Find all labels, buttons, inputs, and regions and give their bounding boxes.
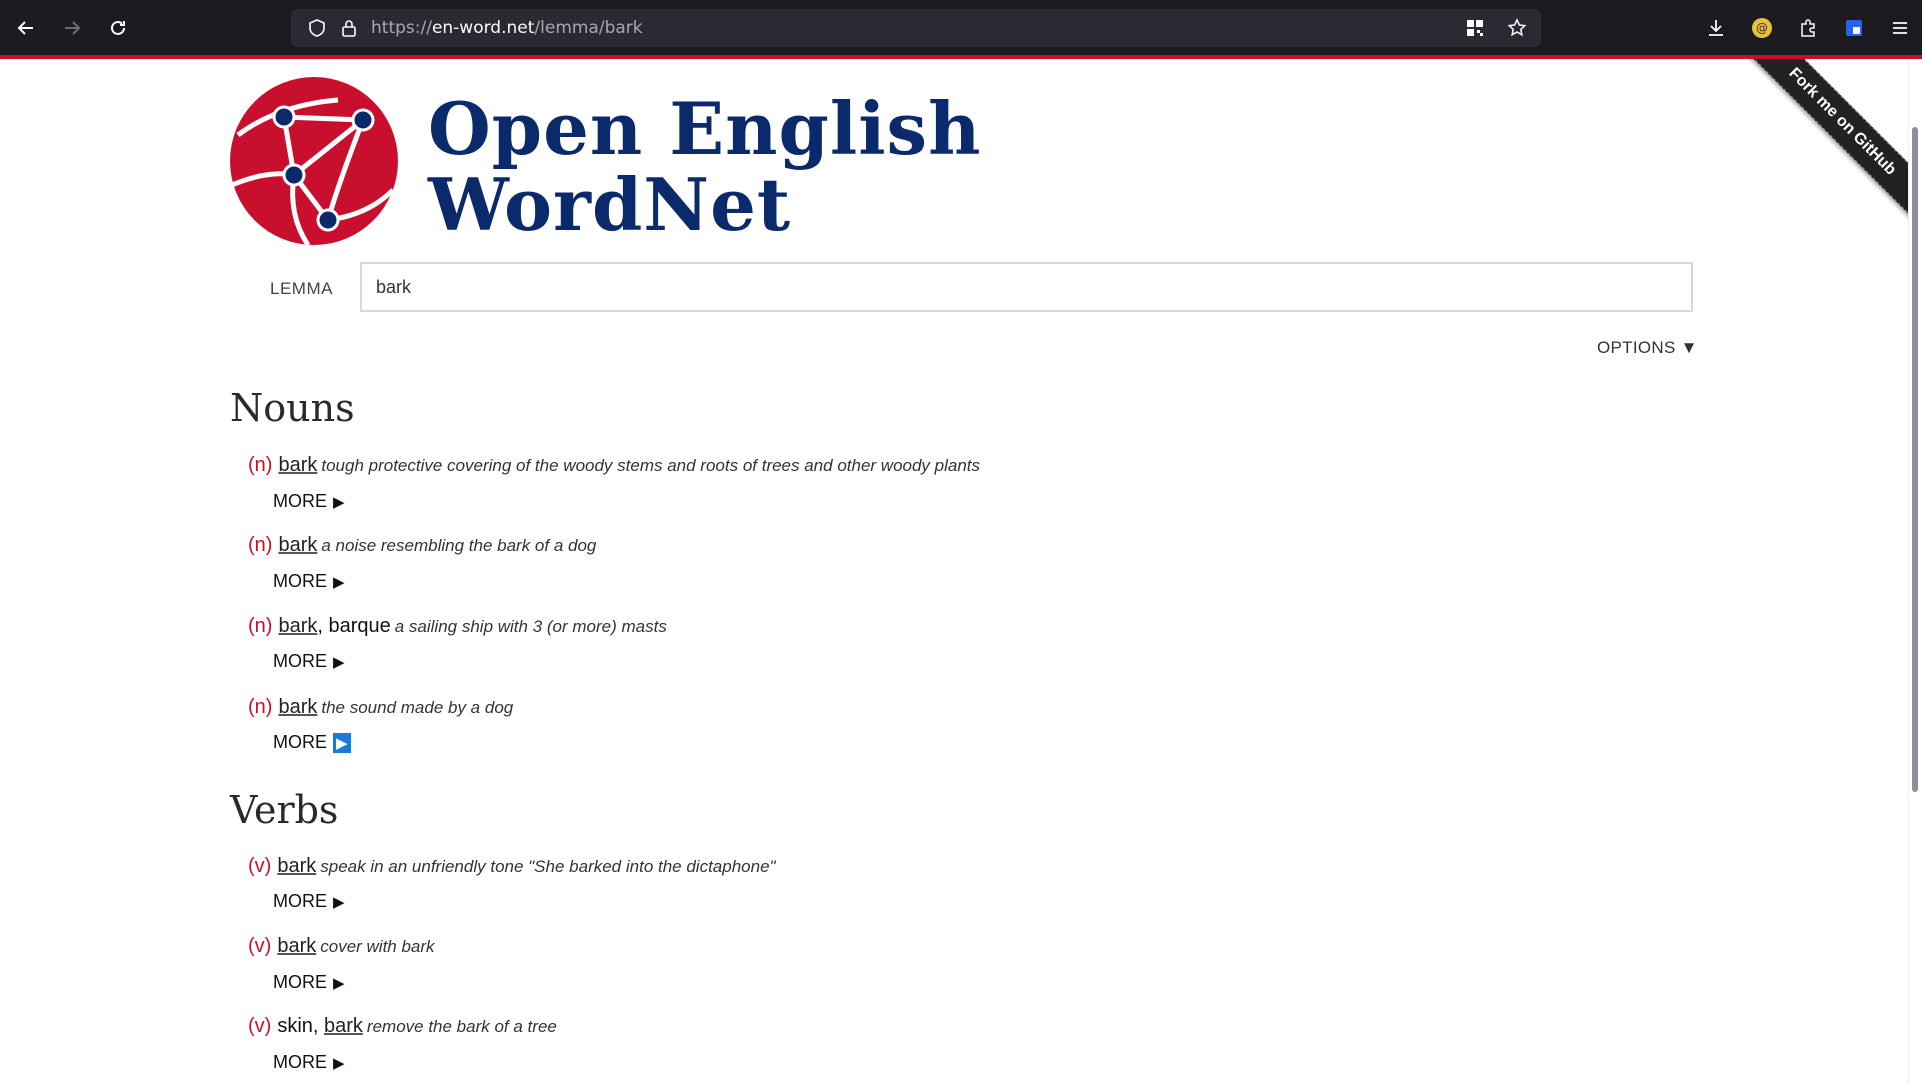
browser-toolbar: https://en-word.net/lemma/bark @ <box>0 0 1922 55</box>
lemma-label: LEMMA <box>270 279 333 298</box>
lemma-link[interactable]: bark <box>277 935 316 957</box>
definition: a sailing ship with 3 (or more) masts <box>394 617 667 636</box>
site-title: Open English WordNet <box>428 91 981 243</box>
lemma-link[interactable]: bark <box>324 1015 363 1037</box>
lemma-link[interactable]: bark <box>278 534 317 556</box>
definition: the sound made by a dog <box>321 698 514 717</box>
list-item: (v) bark speak in an unfriendly tone "She … <box>248 855 776 878</box>
definition: remove the bark of a tree <box>366 1017 557 1036</box>
list-item: (n) bark, barque a sailing ship with 3 (or… <box>248 615 667 638</box>
synonym-text: , barque <box>317 615 391 637</box>
list-item: (n) bark a noise resembling the bark of a … <box>248 534 596 557</box>
reload-button[interactable] <box>98 8 138 48</box>
forward-button[interactable] <box>52 8 92 48</box>
url-text: https://en-word.net/lemma/bark <box>371 18 643 38</box>
list-item: (v) bark cover with bark <box>248 935 435 958</box>
address-bar[interactable]: https://en-word.net/lemma/bark <box>291 9 1541 47</box>
nouns-heading: Nouns <box>230 386 355 430</box>
definition: tough protective covering of the woody s… <box>321 456 981 475</box>
list-item: (n) bark the sound made by a dog <box>248 696 513 719</box>
definition: a noise resembling the bark of a dog <box>321 536 597 555</box>
site-header[interactable]: Open English WordNet <box>228 75 981 247</box>
more-toggle[interactable]: MORE ▶ <box>273 1052 345 1073</box>
bookmark-star-icon[interactable] <box>1505 16 1529 40</box>
synonym-text: skin, <box>277 1015 325 1037</box>
triangle-right-icon: ▶ <box>333 653 345 671</box>
triangle-right-icon: ▶ <box>333 1054 345 1072</box>
reload-icon <box>111 20 125 35</box>
pos-tag: (v) <box>248 855 272 877</box>
definition: speak in an unfriendly tone "She barked … <box>320 857 776 876</box>
triangle-right-icon: ▶ <box>333 974 345 992</box>
pos-tag: (n) <box>248 615 273 637</box>
more-toggle[interactable]: MORE ▶ <box>273 891 345 912</box>
lemma-search-input[interactable] <box>360 262 1693 312</box>
pos-tag: (v) <box>248 935 272 957</box>
pos-tag: (n) <box>248 534 273 556</box>
lemma-link[interactable]: bark <box>278 615 317 637</box>
extension-at-icon[interactable]: @ <box>1750 16 1774 40</box>
lemma-link[interactable]: bark <box>277 855 316 877</box>
qr-code-icon[interactable] <box>1463 16 1487 40</box>
list-item: (n) bark tough protective covering of the … <box>248 454 980 477</box>
download-icon[interactable] <box>1704 16 1728 40</box>
wordnet-globe-logo-icon <box>230 77 398 247</box>
verbs-heading: Verbs <box>230 788 339 832</box>
list-item: (v) skin, bark remove the bark of a tree <box>248 1015 557 1038</box>
triangle-right-icon: ▶ <box>333 732 351 753</box>
lemma-link[interactable]: bark <box>278 454 317 476</box>
page-scrollbar[interactable] <box>1908 59 1922 1084</box>
pos-tag: (n) <box>248 696 273 718</box>
more-toggle[interactable]: MORE ▶ <box>273 651 345 672</box>
more-toggle[interactable]: MORE ▶ <box>273 732 351 753</box>
fork-me-ribbon[interactable]: Fork me on GitHub <box>1723 59 1922 241</box>
definition: cover with bark <box>320 937 435 956</box>
page-content: Fork me on GitHub Open English WordNet L… <box>0 59 1922 1084</box>
back-button[interactable] <box>6 8 46 48</box>
triangle-right-icon: ▶ <box>333 573 345 591</box>
forward-arrow-icon <box>65 20 81 35</box>
lemma-link[interactable]: bark <box>278 696 317 718</box>
triangle-right-icon: ▶ <box>333 493 345 511</box>
shield-icon[interactable] <box>305 16 329 40</box>
extensions-puzzle-icon[interactable] <box>1796 16 1820 40</box>
more-toggle[interactable]: MORE ▶ <box>273 491 345 512</box>
options-toggle[interactable]: OPTIONS ▼ <box>1597 338 1698 358</box>
hamburger-menu-icon[interactable] <box>1888 16 1912 40</box>
pos-tag: (n) <box>248 454 273 476</box>
container-extension-icon[interactable] <box>1842 16 1866 40</box>
site-title-line1: Open English <box>428 86 982 171</box>
scrollbar-thumb[interactable] <box>1912 127 1918 792</box>
lock-icon[interactable] <box>337 16 361 40</box>
site-title-line2: WordNet <box>428 162 792 247</box>
back-arrow-icon <box>17 20 33 35</box>
svg-text:@: @ <box>1756 21 1768 35</box>
more-toggle[interactable]: MORE ▶ <box>273 571 345 592</box>
pos-tag: (v) <box>248 1015 272 1037</box>
triangle-right-icon: ▶ <box>333 893 345 911</box>
more-toggle[interactable]: MORE ▶ <box>273 972 345 993</box>
